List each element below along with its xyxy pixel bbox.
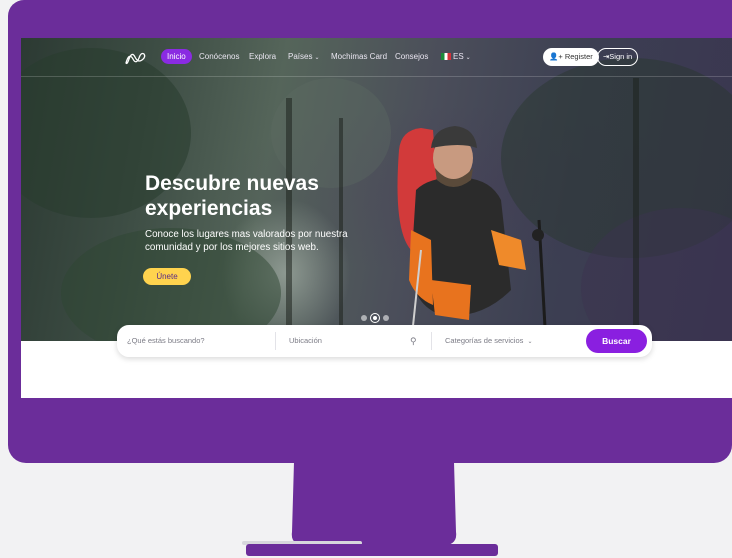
search-button[interactable]: Buscar <box>586 329 647 353</box>
location-pin-icon: ⚲ <box>410 336 417 346</box>
nav-item-inicio[interactable]: Inicio <box>161 49 192 64</box>
nav-item-consejos[interactable]: Consejos <box>395 52 428 61</box>
hero-subtitle: Conoce los lugares mas valorados por nue… <box>145 229 348 253</box>
monitor-stand <box>291 462 457 546</box>
chevron-down-icon: ⌄ <box>314 55 320 61</box>
monitor-base <box>246 544 498 556</box>
hero-banner: Inicio Conócenos Explora Países ⌄ Mochima… <box>21 38 732 341</box>
carousel-dot[interactable] <box>361 314 367 321</box>
chevron-down-icon: ⌄ <box>465 55 471 61</box>
divider <box>431 332 432 350</box>
location-input[interactable]: Ubicación <box>289 325 322 357</box>
nav-item-paises-label: Países <box>288 52 313 61</box>
hiker-image <box>397 126 548 341</box>
website-screen: Inicio Conócenos Explora Países ⌄ Mochima… <box>21 38 732 398</box>
add-user-icon: 👤+ <box>549 52 563 61</box>
top-navigation: Inicio Conócenos Explora Países ⌄ Mochima… <box>21 38 732 77</box>
language-selector[interactable]: ES ⌄ <box>441 52 471 61</box>
register-button[interactable]: 👤+ Register <box>543 48 599 66</box>
register-label: Register <box>564 52 593 61</box>
carousel-dot[interactable] <box>383 314 389 321</box>
carousel-dot-active[interactable] <box>370 312 380 323</box>
carousel-dots <box>361 309 392 323</box>
category-select-label: Categorías de servicios <box>445 336 524 345</box>
nav-item-paises[interactable]: Países ⌄ <box>288 52 320 61</box>
nav-item-mochimas-card[interactable]: Mochimas Card <box>331 52 387 61</box>
category-select[interactable]: Categorías de servicios ⌄ <box>445 325 533 357</box>
nav-item-conocenos[interactable]: Conócenos <box>199 52 239 61</box>
nav-item-explora[interactable]: Explora <box>249 52 276 61</box>
sign-in-label: Sign in <box>609 52 633 61</box>
hero-title: Descubre nuevas experiencias <box>145 172 319 220</box>
language-label: ES <box>453 52 464 61</box>
join-button[interactable]: Únete <box>143 268 191 285</box>
divider <box>275 332 276 350</box>
sign-in-button[interactable]: ⇥Sign in <box>597 48 639 66</box>
chevron-down-icon: ⌄ <box>527 339 533 345</box>
tree-trunk <box>633 78 639 341</box>
brand-logo-icon[interactable] <box>124 50 146 66</box>
flag-icon <box>441 53 451 60</box>
search-bar: ¿Qué estás buscando? Ubicación ⚲ Categor… <box>117 325 652 357</box>
search-query-input[interactable]: ¿Qué estás buscando? <box>127 325 205 357</box>
